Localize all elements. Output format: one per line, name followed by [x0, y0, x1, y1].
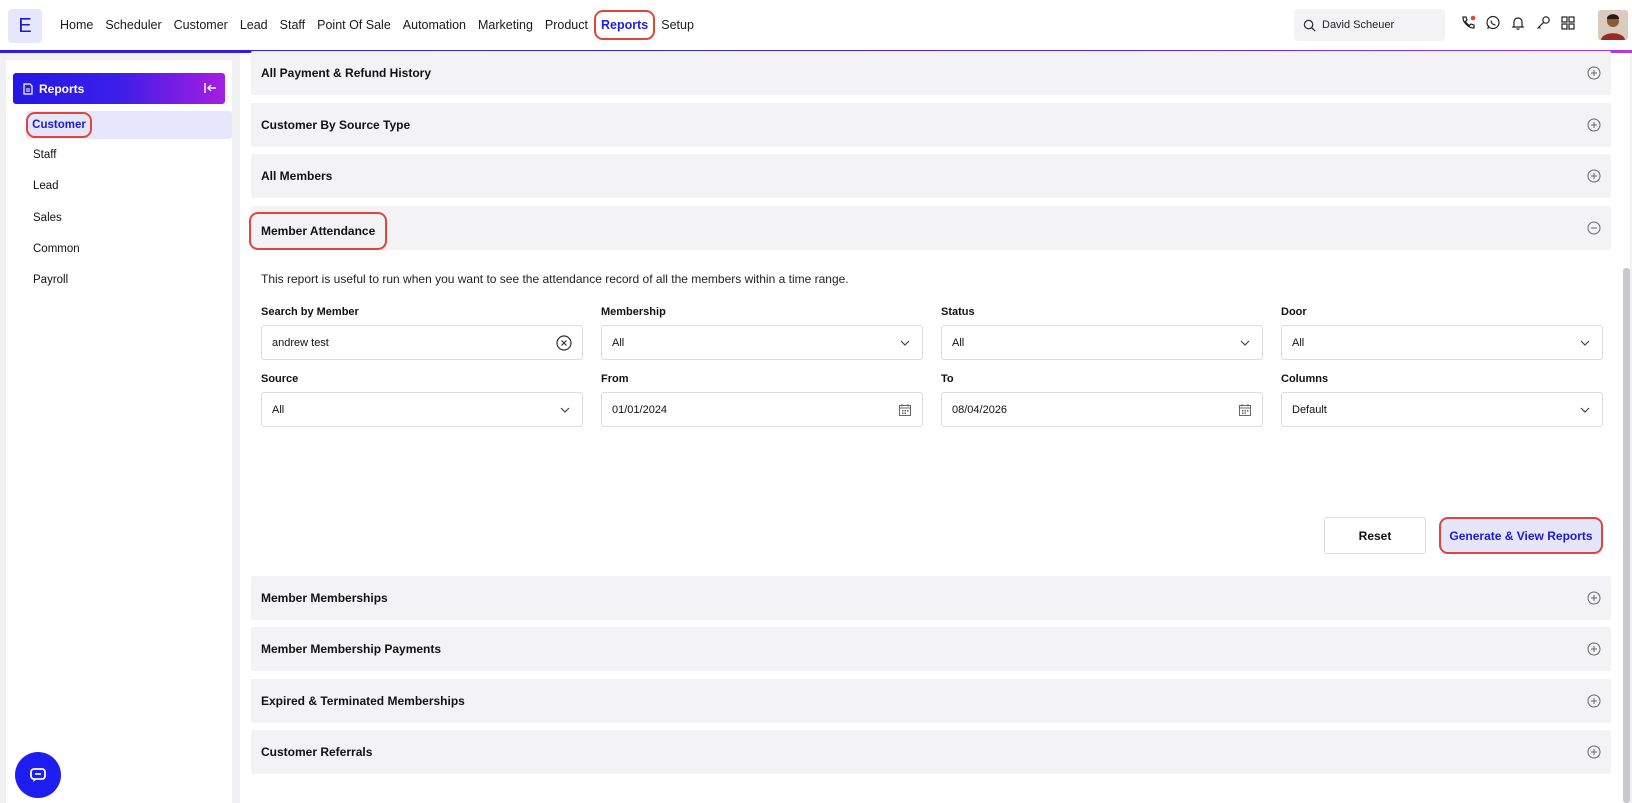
chevron-down-icon	[1580, 407, 1590, 413]
key-icon[interactable]	[1535, 15, 1551, 31]
report-description: This report is useful to run when you wa…	[261, 272, 849, 286]
accordion-title: All Payment & Refund History	[261, 66, 432, 80]
status-value: All	[952, 336, 965, 349]
source-value: All	[272, 403, 285, 416]
calendar-icon[interactable]	[898, 403, 912, 417]
status-select[interactable]: All	[941, 325, 1263, 360]
status-label: Status	[941, 306, 975, 318]
columns-label: Columns	[1281, 373, 1329, 385]
expand-plus-icon[interactable]	[1587, 591, 1601, 605]
accordion-title: Member Memberships	[261, 591, 388, 605]
search-member-value: andrew test	[272, 336, 329, 349]
nav-marketing[interactable]: Marketing	[472, 10, 539, 40]
generate-view-reports-button[interactable]: Generate & View Reports	[1439, 517, 1603, 554]
to-date-input[interactable]: 08/04/2026	[941, 392, 1263, 427]
nav-setup[interactable]: Setup	[655, 10, 700, 40]
global-search[interactable]: David Scheuer	[1294, 9, 1445, 41]
user-avatar[interactable]	[1598, 10, 1628, 40]
door-value: All	[1292, 336, 1305, 349]
nav-lead[interactable]: Lead	[234, 10, 274, 40]
whatsapp-icon[interactable]	[1485, 15, 1501, 31]
accordion-title: All Members	[261, 169, 333, 183]
nav-product[interactable]: Product	[539, 10, 594, 40]
accordion-all-members[interactable]: All Members	[251, 154, 1611, 198]
accordion-member-memberships[interactable]: Member Memberships	[251, 576, 1611, 620]
bell-icon[interactable]	[1510, 15, 1526, 31]
source-select[interactable]: All	[261, 392, 583, 427]
expand-plus-icon[interactable]	[1587, 118, 1601, 132]
membership-label: Membership	[601, 306, 666, 318]
accordion-title: Customer Referrals	[261, 745, 373, 759]
accordion-title: Member Attendance	[249, 212, 388, 250]
search-icon	[1303, 19, 1316, 32]
sidebar-item-staff[interactable]: Staff	[33, 149, 56, 161]
from-date-value: 01/01/2024	[612, 403, 668, 416]
accordion-customer-by-source[interactable]: Customer By Source Type	[251, 103, 1611, 147]
accordion-customer-referrals[interactable]: Customer Referrals	[251, 730, 1611, 774]
nav-automation[interactable]: Automation	[397, 10, 472, 40]
to-date-value: 08/04/2026	[952, 403, 1008, 416]
chevron-down-icon	[1240, 340, 1250, 346]
expand-plus-icon[interactable]	[1587, 745, 1601, 759]
nav-point-of-sale[interactable]: Point Of Sale	[311, 10, 397, 40]
collapse-sidebar-icon[interactable]	[203, 81, 217, 98]
nav-reports[interactable]: Reports	[594, 10, 656, 40]
sidebar-item-lead[interactable]: Lead	[33, 180, 59, 192]
collapse-minus-icon[interactable]	[1587, 221, 1601, 235]
sidebar-title: Reports	[39, 81, 85, 96]
door-select[interactable]: All	[1281, 325, 1603, 360]
from-label: From	[601, 373, 629, 385]
app-logo[interactable]: E	[8, 9, 42, 43]
expand-plus-icon[interactable]	[1587, 694, 1601, 708]
to-label: To	[941, 373, 954, 385]
clear-icon[interactable]	[556, 335, 572, 351]
sidebar-item-customer[interactable]: Customer	[26, 112, 92, 138]
reset-button[interactable]: Reset	[1324, 517, 1426, 554]
search-member-input[interactable]: andrew test	[261, 325, 583, 360]
top-navbar: E Home Scheduler Customer Lead Staff Poi…	[0, 0, 1632, 50]
accordion-member-attendance[interactable]: Member Attendance	[249, 206, 1611, 250]
accordion-membership-payments[interactable]: Member Membership Payments	[251, 627, 1611, 671]
door-label: Door	[1281, 306, 1307, 318]
expand-plus-icon[interactable]	[1587, 66, 1601, 80]
source-label: Source	[261, 373, 299, 385]
nav-home[interactable]: Home	[54, 10, 99, 40]
report-document-icon	[23, 82, 33, 95]
accordion-expired-terminated[interactable]: Expired & Terminated Memberships	[251, 679, 1611, 723]
nav-scheduler[interactable]: Scheduler	[99, 10, 167, 40]
phone-icon[interactable]	[1460, 15, 1476, 31]
membership-value: All	[612, 336, 625, 349]
columns-value: Default	[1292, 403, 1327, 416]
sidebar-item-sales[interactable]: Sales	[33, 212, 62, 224]
chevron-down-icon	[1580, 340, 1590, 346]
accordion-title: Member Membership Payments	[261, 642, 442, 656]
chevron-down-icon	[560, 407, 570, 413]
nav-customer[interactable]: Customer	[168, 10, 234, 40]
membership-select[interactable]: All	[601, 325, 923, 360]
accordion-title: Customer By Source Type	[261, 118, 411, 132]
search-member-label: Search by Member	[261, 306, 359, 318]
nav-staff[interactable]: Staff	[274, 10, 311, 40]
chat-icon	[30, 768, 46, 782]
expand-plus-icon[interactable]	[1587, 642, 1601, 656]
from-date-input[interactable]: 01/01/2024	[601, 392, 923, 427]
accordion-title: Expired & Terminated Memberships	[261, 694, 465, 708]
calendar-icon[interactable]	[1238, 403, 1252, 417]
sidebar-header: Reports	[13, 73, 225, 104]
main-scrollbar[interactable]	[1623, 268, 1630, 803]
main-nav: Home Scheduler Customer Lead Staff Point…	[54, 0, 700, 50]
sidebar-item-payroll[interactable]: Payroll	[33, 274, 68, 286]
accordion-payment-history[interactable]: All Payment & Refund History	[251, 51, 1611, 95]
grid-icon[interactable]	[1560, 15, 1576, 31]
expand-plus-icon[interactable]	[1587, 169, 1601, 183]
search-value: David Scheuer	[1322, 19, 1395, 31]
columns-select[interactable]: Default	[1281, 392, 1603, 427]
chevron-down-icon	[900, 340, 910, 346]
chat-widget-button[interactable]	[15, 752, 61, 798]
sidebar-item-common[interactable]: Common	[33, 243, 80, 255]
sidebar: Reports Customer Staff Lead Sales Common…	[6, 60, 232, 803]
